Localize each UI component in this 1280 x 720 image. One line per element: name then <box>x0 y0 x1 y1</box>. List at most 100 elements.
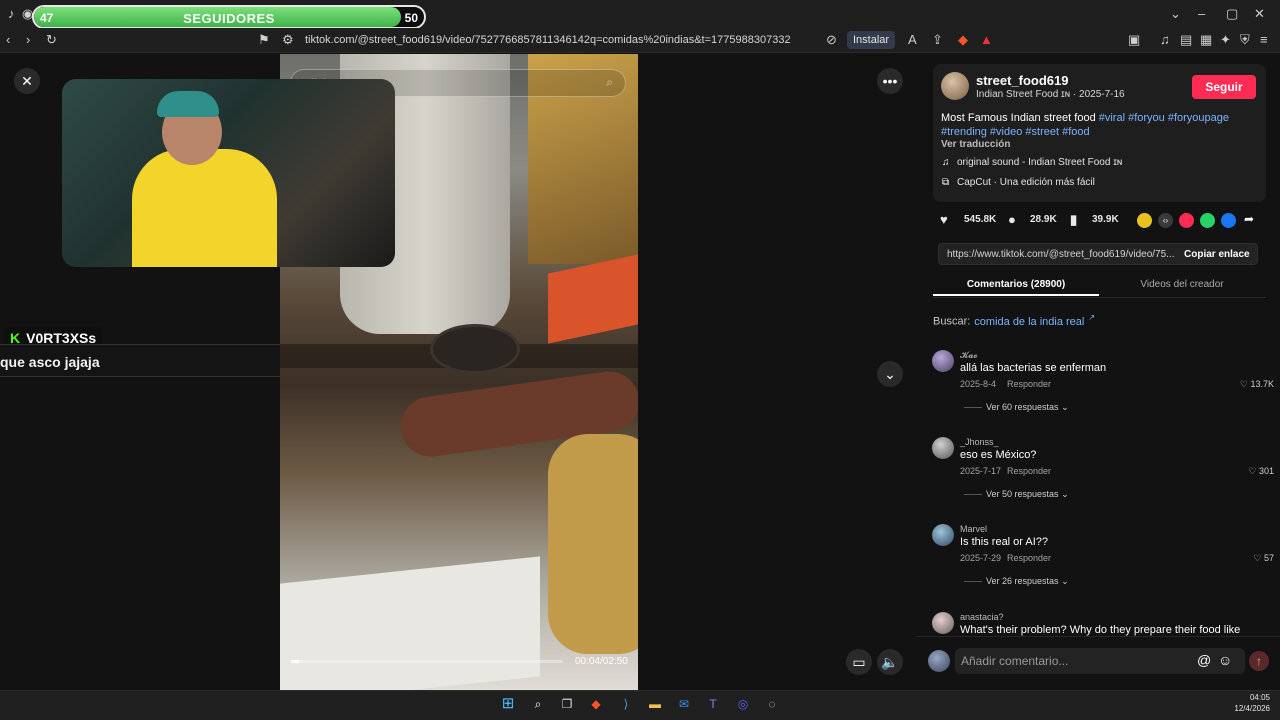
view-replies-button[interactable]: Ver 60 respuestas ⌄ <box>964 402 1069 413</box>
back-icon[interactable]: ‹ <box>6 32 10 48</box>
embed-icon[interactable]: ‹› <box>1158 213 1173 228</box>
screenshot-icon[interactable]: ▣ <box>1128 32 1140 48</box>
share-arrow-icon[interactable]: ➦ <box>1244 212 1254 226</box>
chat-message: que asco jajaja <box>0 354 100 370</box>
brave-browser-icon[interactable]: ◆ <box>587 695 605 713</box>
comment-like-count: 301 <box>1258 466 1274 476</box>
facebook-icon[interactable] <box>1221 213 1236 228</box>
send-to-friend-icon[interactable] <box>1179 213 1194 228</box>
next-video-button[interactable]: ⌄ <box>877 361 903 387</box>
bookmark-icon[interactable]: ⚑ <box>258 32 270 48</box>
comment-avatar[interactable] <box>932 612 954 634</box>
creator-username[interactable]: street_food619 <box>976 73 1068 88</box>
more-options-button[interactable]: ••• <box>877 68 903 94</box>
send-comment-button[interactable]: ↑ <box>1249 651 1269 671</box>
post-description: Most Famous Indian street food #viral #f… <box>941 111 1261 139</box>
media-icon[interactable]: ♫ <box>1160 32 1170 48</box>
translate-icon[interactable]: A <box>908 32 917 48</box>
volume-button[interactable]: 🔈 <box>877 649 903 675</box>
reload-icon[interactable]: ↻ <box>46 32 57 48</box>
search-query[interactable]: comida de la india real <box>974 316 1084 328</box>
comment-count: 28.9K <box>1030 214 1057 225</box>
close-window-icon[interactable]: ✕ <box>1254 6 1265 22</box>
windows-start-icon[interactable]: ⊞ <box>499 695 517 713</box>
floating-player-button[interactable]: ▭ <box>846 649 872 675</box>
comment-search-suggestion[interactable]: Buscar: comida de la india real ↗ <box>933 313 1095 328</box>
forward-icon[interactable]: › <box>26 32 30 48</box>
user-avatar[interactable] <box>928 650 950 672</box>
copy-link-button[interactable]: Copiar enlace <box>1184 249 1250 260</box>
share-link-url[interactable]: https://www.tiktok.com/@street_food619/v… <box>947 249 1177 260</box>
share-icon[interactable]: ⇪ <box>932 32 943 48</box>
sidebar-icon[interactable]: ▤ <box>1180 32 1192 48</box>
comment-item: 𝓚𝓪𝓸 allá las bacterias se enferman 2025-… <box>932 350 1274 420</box>
heart-outline-icon: ♡ <box>1239 379 1251 389</box>
reply-button[interactable]: Responder <box>1007 379 1051 389</box>
comment-likes[interactable]: ♡ 301 <box>1248 466 1274 477</box>
comment-text: allá las bacterias se enferman <box>960 362 1107 374</box>
app-icon[interactable]: ◌ <box>763 695 781 713</box>
no-camera-icon[interactable]: ⊘ <box>826 32 837 48</box>
teams-icon[interactable]: T <box>704 695 722 713</box>
hashtags-line-1[interactable]: #viral #foryou #foryoupage <box>1099 112 1229 124</box>
close-video-button[interactable]: ✕ <box>14 68 40 94</box>
reply-button[interactable]: Responder <box>1007 466 1051 476</box>
heart-icon[interactable]: ♥ <box>940 212 948 227</box>
search-icon[interactable]: ⌕ <box>606 75 613 90</box>
vscode-icon[interactable]: ⟩ <box>617 695 635 713</box>
search-icon[interactable]: ⌕ <box>529 695 547 713</box>
chevron-down-icon[interactable]: ⌄ <box>1170 6 1181 22</box>
view-replies-button[interactable]: Ver 26 respuestas ⌄ <box>964 576 1069 587</box>
follow-button[interactable]: Seguir <box>1192 75 1256 99</box>
emoji-icon[interactable]: ☺ <box>1218 652 1232 668</box>
system-clock[interactable]: 04:05 12/4/2026 <box>1234 692 1270 714</box>
file-explorer-icon[interactable]: ▬ <box>646 695 664 713</box>
comment-author[interactable]: _Jhonss_ <box>960 437 999 447</box>
tab-creator-videos[interactable]: Videos del creador <box>1099 276 1265 294</box>
comment-likes[interactable]: ♡ 13.7K <box>1240 379 1274 390</box>
tab-comments[interactable]: Comentarios (28900) <box>933 276 1099 296</box>
task-view-icon[interactable]: ❐ <box>558 695 576 713</box>
comment-author[interactable]: Marvel <box>960 524 987 534</box>
comment-avatar[interactable] <box>932 437 954 459</box>
brave-shield-icon[interactable]: ◆ <box>958 32 968 48</box>
menu-icon[interactable]: ≡ <box>1260 32 1268 48</box>
mention-icon[interactable]: @ <box>1197 652 1211 668</box>
brave-rewards-icon[interactable]: ▲ <box>980 32 993 48</box>
hashtags-line-2[interactable]: #trending #video #street #food <box>941 126 1090 138</box>
comment-icon[interactable]: ● <box>1008 212 1016 227</box>
video-progress-bar[interactable] <box>291 660 563 663</box>
install-app-button[interactable]: Instalar <box>847 31 896 49</box>
url-field[interactable]: tiktok.com/@street_food619/video/7527766… <box>305 34 791 46</box>
translate-link[interactable]: Ver traducción <box>941 139 1010 150</box>
capcut-link[interactable]: CapCut · Una edición más fácil <box>957 177 1095 188</box>
browser-tab-bar: ♪ ◉ 47 SEGUIDORES 50 ⌄ – ▢ ✕ <box>0 0 1280 29</box>
search-label: Buscar: <box>933 315 971 328</box>
vpn-icon[interactable]: ⛨ <box>1240 32 1250 48</box>
comment-input[interactable]: Añadir comentario... @ ☺ <box>955 648 1245 674</box>
outlook-icon[interactable]: ✉ <box>675 695 693 713</box>
wallet-icon[interactable]: ▦ <box>1200 32 1212 48</box>
comment-avatar[interactable] <box>932 350 954 372</box>
reply-button[interactable]: Responder <box>1007 553 1051 563</box>
comment-avatar[interactable] <box>932 524 954 546</box>
comment-date: 2025-7-17 <box>960 466 1002 476</box>
coin-icon[interactable] <box>1137 213 1152 228</box>
minimize-icon[interactable]: – <box>1198 6 1205 22</box>
sound-link[interactable]: original sound - Indian Street Food ɪɴ <box>957 157 1122 168</box>
follower-goal-bar: 47 SEGUIDORES 50 <box>32 5 426 29</box>
whatsapp-icon[interactable] <box>1200 213 1215 228</box>
restore-icon[interactable]: ▢ <box>1226 6 1238 22</box>
comment-likes[interactable]: ♡ 57 <box>1253 553 1274 564</box>
creator-avatar[interactable] <box>941 72 969 100</box>
leo-icon[interactable]: ✦ <box>1220 32 1231 48</box>
comment-author[interactable]: 𝓚𝓪𝓸 <box>960 350 978 361</box>
view-replies-button[interactable]: Ver 50 respuestas ⌄ <box>964 489 1069 500</box>
bookmark-icon[interactable]: ▮ <box>1070 212 1077 228</box>
heart-outline-icon: ♡ <box>1253 553 1264 563</box>
discord-icon[interactable]: ◎ <box>734 695 752 713</box>
comment-author[interactable]: anastacia? <box>960 612 1004 622</box>
capcut-icon: ⧉ <box>942 177 950 188</box>
site-info-icon[interactable]: ⚙ <box>282 32 294 48</box>
follower-goal-target: 50 <box>404 11 418 25</box>
